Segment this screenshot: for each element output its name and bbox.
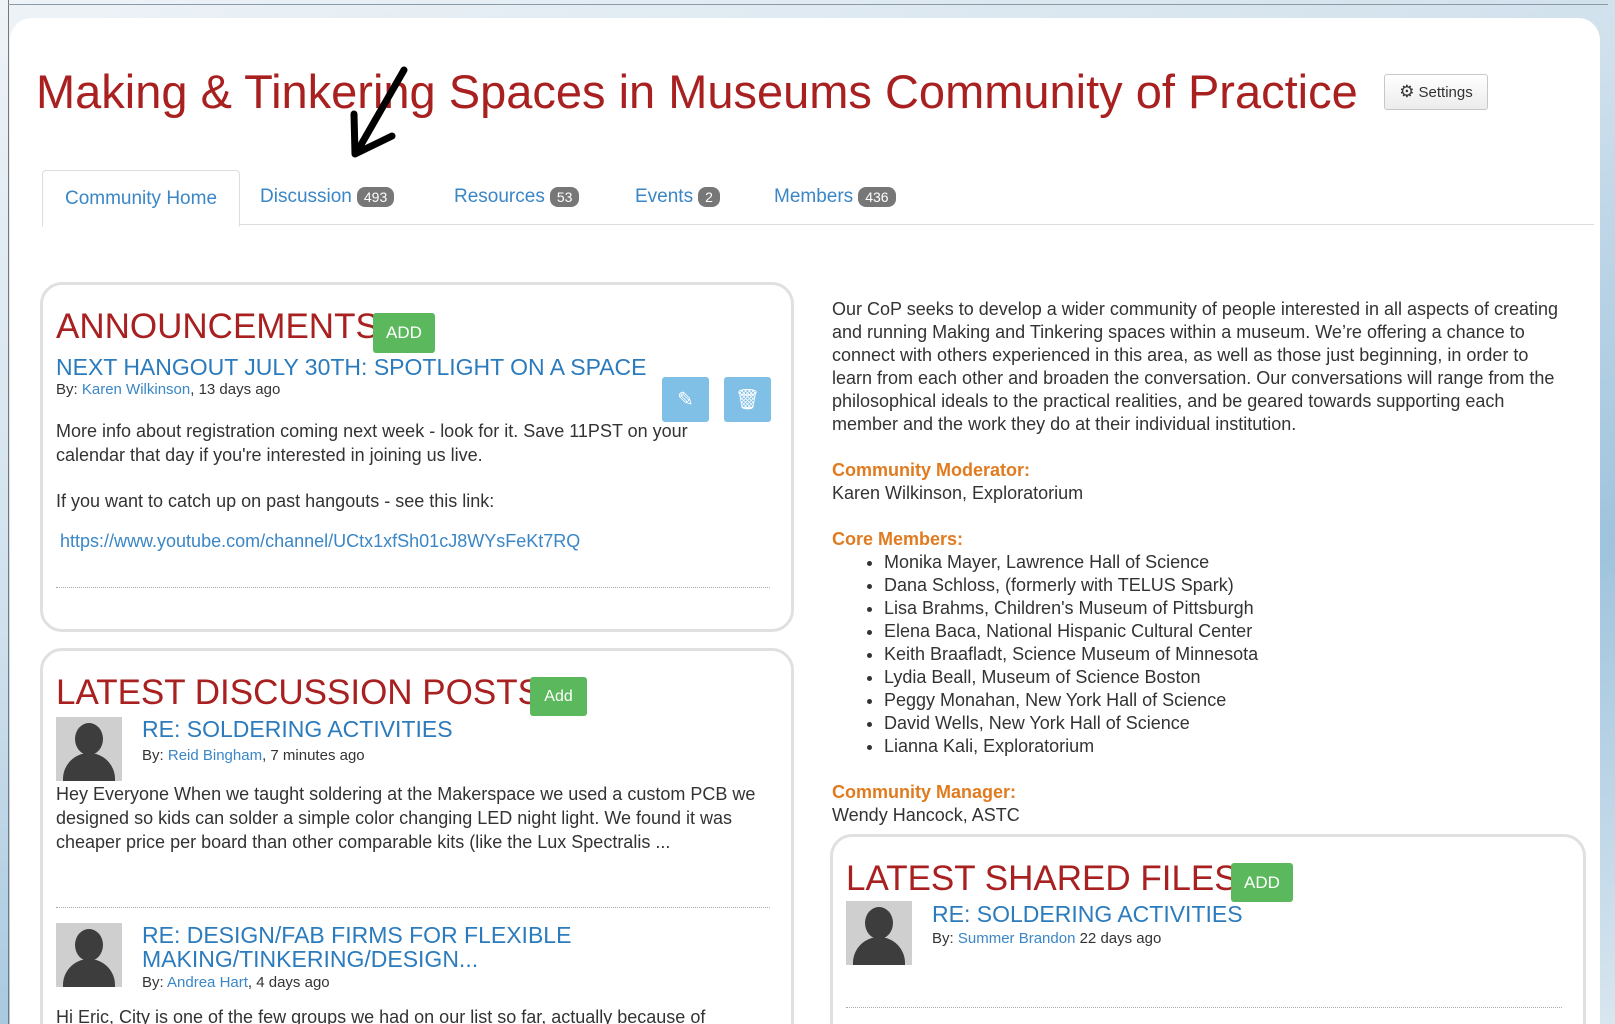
post-time: , 13 days ago [190,381,281,398]
author-link[interactable]: Andrea Hart [167,974,248,991]
announcement-body-paragraph: More info about registration coming next… [56,421,688,465]
avatar [846,901,912,965]
settings-label: Settings [1418,83,1473,101]
post-title-link[interactable]: RE: SOLDERING ACTIVITIES [142,717,453,741]
shared-files-heading: LATEST SHARED FILES [846,859,1238,898]
post-title-link[interactable]: RE: DESIGN/FAB FIRMS FOR FLEXIBLE MAKING… [142,923,571,971]
settings-button[interactable]: ⚙ Settings [1384,74,1488,110]
divider [56,907,770,908]
tab-resources[interactable]: Resources 53 [454,170,580,224]
trash-icon: 🗑 [734,389,761,411]
tab-label: Resources [454,186,545,207]
moderator-name: Karen Wilkinson, Exploratorium [832,483,1084,503]
core-member: Peggy Monahan, New York Hall of Science [884,689,1568,712]
core-member: Lydia Beall, Museum of Science Boston [884,666,1568,689]
core-members-label: Core Members: [832,529,964,549]
add-announcement-button[interactable]: ADD [373,313,435,353]
core-member: Elena Baca, National Hispanic Cultural C… [884,620,1568,643]
manager-label: Community Manager: [832,782,1017,802]
pencil-icon: ✎ [677,389,694,411]
latest-shared-files-card: LATEST SHARED FILES ADD RE: SOLDERING AC… [830,834,1586,1024]
post-title-line: MAKING/TINKERING/DESIGN... [142,946,479,972]
community-page: Making & Tinkering Spaces in Museums Com… [10,18,1600,1024]
divider [846,1007,1562,1008]
core-member: Monika Mayer, Lawrence Hall of Science [884,551,1568,574]
tab-label: Events [635,186,694,207]
core-member: Lianna Kali, Exploratorium [884,735,1568,758]
youtube-link[interactable]: https://www.youtube.com/channel/UCtx1xfS… [60,531,580,552]
by-label: By: [932,930,954,947]
arrow-annotation-icon [350,66,408,158]
count-badge: 493 [356,187,395,207]
core-member: Dana Schloss, (formerly with TELUS Spark… [884,574,1568,597]
announcement-title-link[interactable]: NEXT HANGOUT JULY 30TH: SPOTLIGHT ON A S… [56,355,647,379]
core-member: David Wells, New York Hall of Science [884,712,1568,735]
latest-discussion-card: LATEST DISCUSSION POSTS Add RE: SOLDERIN… [40,648,794,1024]
post-time: , 7 minutes ago [262,747,365,764]
tab-discussion[interactable]: Discussion 493 [260,170,395,224]
author-link[interactable]: Karen Wilkinson [82,381,190,398]
avatar [56,717,122,781]
community-about: Our CoP seeks to develop a wider communi… [832,298,1568,827]
count-badge: 2 [698,187,720,207]
tab-label: Discussion [260,186,352,207]
post-byline: By: Reid Bingham, 7 minutes ago [142,747,365,764]
by-label: By: [56,381,78,398]
post-excerpt: Hi Eric, City is one of the few groups w… [56,1007,706,1024]
author-link[interactable]: Summer Brandon [958,930,1076,947]
discussion-heading: LATEST DISCUSSION POSTS [56,673,541,712]
count-badge: 53 [549,187,580,207]
tab-label: Members [774,186,854,207]
tab-events[interactable]: Events 2 [635,170,720,224]
moderator-label: Community Moderator: [832,460,1030,480]
tab-label: Community Home [64,187,218,209]
post-excerpt: Hey Everyone When we taught soldering at… [56,784,756,852]
tab-community-home[interactable]: Community Home [42,170,240,227]
post-byline: By: Andrea Hart, 4 days ago [142,974,330,991]
delete-button[interactable]: 🗑 [724,377,771,422]
gear-icon: ⚙ [1399,82,1415,101]
page-title: Making & Tinkering Spaces in Museums Com… [36,65,1358,118]
divider [56,587,770,588]
tabs-divider [42,224,1594,225]
post-title-line: RE: DESIGN/FAB FIRMS FOR FLEXIBLE [142,922,572,948]
by-label: By: [142,974,164,991]
manager-name: Wendy Hancock, ASTC [832,805,1020,825]
announcements-heading: ANNOUNCEMENTS [56,307,379,346]
community-description: Our CoP seeks to develop a wider communi… [832,299,1559,434]
window-edge [8,0,9,1024]
avatar [56,923,122,987]
core-members-list: Monika Mayer, Lawrence Hall of Science D… [832,551,1568,758]
announcement-body-paragraph: If you want to catch up on past hangouts… [56,491,495,511]
announcement-byline: By: Karen Wilkinson, 13 days ago [56,381,280,398]
add-discussion-button[interactable]: Add [530,677,587,716]
add-file-button[interactable]: ADD [1231,863,1293,902]
file-title-link[interactable]: RE: SOLDERING ACTIVITIES [932,902,1243,926]
post-time: 22 days ago [1075,930,1162,947]
core-member: Lisa Brahms, Children's Museum of Pittsb… [884,597,1568,620]
edit-button[interactable]: ✎ [662,377,709,422]
window-top-edge [8,4,1608,5]
author-link[interactable]: Reid Bingham [168,747,262,764]
post-time: , 4 days ago [247,974,330,991]
tab-members[interactable]: Members 436 [774,170,896,224]
file-byline: By: Summer Brandon 22 days ago [932,930,1161,947]
count-badge: 436 [858,187,896,207]
core-member: Keith Braafladt, Science Museum of Minne… [884,643,1568,666]
by-label: By: [142,747,164,764]
announcements-card: ANNOUNCEMENTS ADD NEXT HANGOUT JULY 30TH… [40,282,794,632]
